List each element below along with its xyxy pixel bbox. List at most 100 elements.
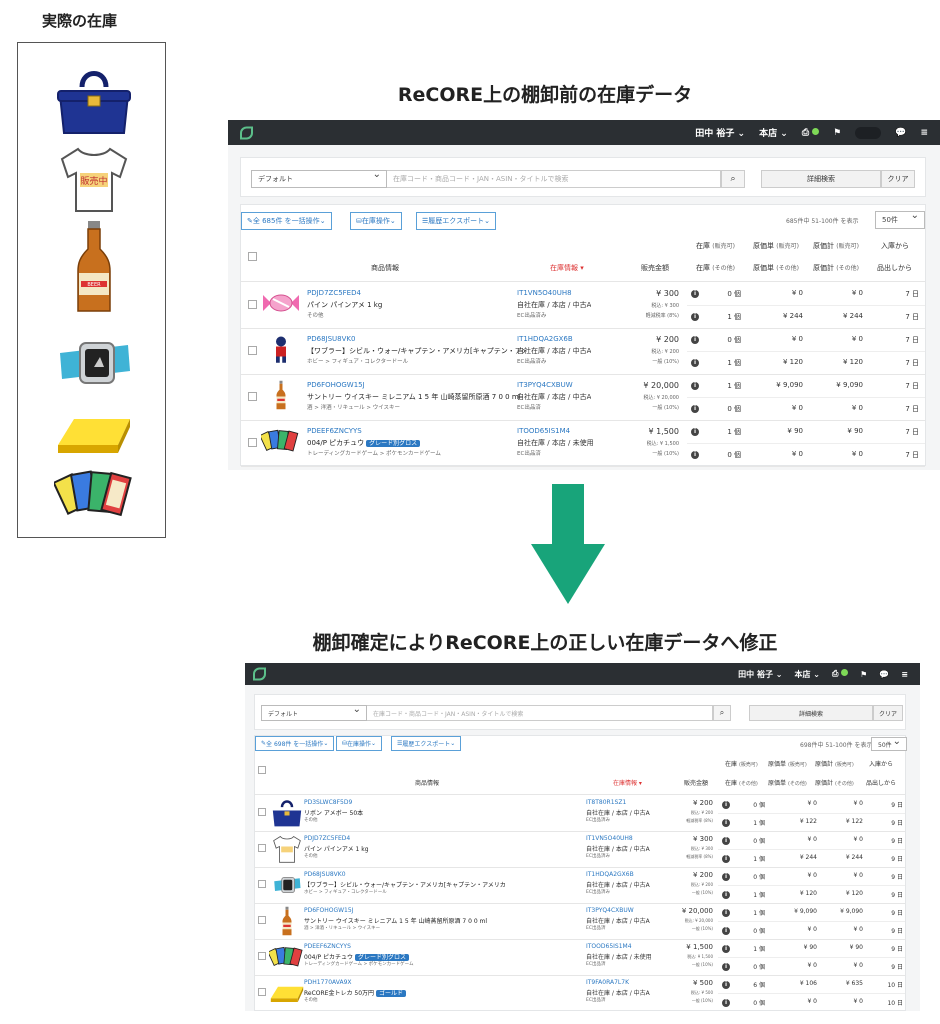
table-row[interactable]: PDJD7ZC5FED4 パイン パインアメ 1 kg その他 IT1VN5O4… [255, 831, 905, 867]
info-icon[interactable]: i [691, 428, 699, 436]
info-icon[interactable]: i [722, 873, 730, 881]
printer-icon[interactable]: ⎙ [802, 127, 820, 138]
bulk-action-button[interactable]: ✎ 全 698件 を一括操作 ⌄ [255, 736, 335, 751]
table-row[interactable]: PD68JSU8VK0 【ワブラー】シビル・ウォー/キャプテン・アメリカ[キャプ… [241, 328, 925, 374]
row-checkbox[interactable] [258, 952, 266, 960]
table-row[interactable]: PD6FOHOGW15J サントリー ウイスキー ミレニアム 1 5 年 山崎蒸… [255, 903, 905, 939]
row-checkbox[interactable] [258, 808, 266, 816]
clear-button[interactable]: クリア [881, 170, 915, 188]
info-icon[interactable]: i [722, 945, 730, 953]
per-page-select[interactable]: 50件 [875, 210, 925, 229]
stock-code-link[interactable]: ITOOD65IS1M4 [586, 943, 632, 950]
info-icon[interactable]: i [722, 927, 730, 935]
row-checkbox[interactable] [258, 880, 266, 888]
tax-rate: 一般 (10%) [691, 926, 713, 931]
product-code-link[interactable]: PD68JSU8VK0 [307, 335, 355, 343]
menu-icon[interactable]: ≡ [920, 128, 928, 138]
stock-code-link[interactable]: IT1HDQA2GX6B [517, 335, 573, 343]
per-page-select[interactable]: 50件 [871, 736, 907, 751]
table-row[interactable]: PD3SLWC8F5D9 リボン アメボー 50本 その他 IT8T80R1SZ… [255, 795, 905, 831]
table-row[interactable]: PDH1770AVA9X ReCORE金トレカ 50万円 ゴールド その他 IT9… [255, 975, 905, 1011]
table-row[interactable]: PD68JSU8VK0 【ワブラー】シビル・ウォー/キャプテン・アメリカ[キャプ… [255, 867, 905, 903]
actual-inventory-box: 販売中 BEER [17, 42, 166, 538]
stock-code-link[interactable]: IT8T80R1SZ1 [586, 799, 626, 806]
product-code-link[interactable]: PDH1770AVA9X [304, 979, 352, 986]
info-icon[interactable]: i [691, 382, 699, 390]
flag-icon[interactable]: ⚑ [833, 128, 841, 138]
stock-code-link[interactable]: IT1VN5O40UH8 [586, 835, 633, 842]
days-elapsed: 7 日 [905, 290, 919, 298]
table-row[interactable]: PD6FOHOGW15J サントリー ウイスキー ミレニアム 1 5 年 山崎蒸… [241, 374, 925, 420]
stock-code-link[interactable]: IT1HDQA2GX6B [586, 871, 634, 878]
search-preset-select[interactable]: デフォルト [261, 704, 367, 721]
detail-search-button[interactable]: 詳細検索 [761, 170, 881, 188]
total-cost: ¥ 90 [847, 427, 863, 435]
stock-code-link[interactable]: IT3PYQ4CXBUW [586, 907, 634, 914]
search-input[interactable]: 在庫コード・商品コード・JAN・ASIN・タイトルで検索 [367, 705, 713, 721]
info-icon[interactable]: i [722, 801, 730, 809]
history-export-button[interactable]: ☰ 履歴エクスポート ⌄ [391, 736, 462, 751]
info-icon[interactable]: i [691, 313, 699, 321]
info-icon[interactable]: i [722, 981, 730, 989]
clear-button[interactable]: クリア [873, 705, 903, 721]
product-code-link[interactable]: PDJD7ZC5FED4 [307, 289, 361, 297]
store-menu[interactable]: 本店 ⌄ [759, 126, 788, 139]
product-code-link[interactable]: PD68JSU8VK0 [304, 871, 346, 878]
info-icon[interactable]: i [691, 290, 699, 298]
table-row[interactable]: PDEEF6ZNCYYS 004/P ピカチュウ グレード別グロス トレーディング… [241, 420, 925, 466]
info-icon[interactable]: i [722, 855, 730, 863]
search-icon[interactable]: ⌕ [713, 705, 731, 721]
table-row[interactable]: PDJD7ZC5FED4 パイン パインアメ 1 kg その他 IT1VN5O4… [241, 282, 925, 328]
history-export-button[interactable]: ☰ 履歴エクスポート ⌄ [416, 212, 496, 230]
info-icon[interactable]: i [722, 819, 730, 827]
row-checkbox[interactable] [258, 844, 266, 852]
product-code-link[interactable]: PD6FOHOGW15J [307, 381, 365, 389]
row-checkbox[interactable] [258, 916, 266, 924]
col-stock-info[interactable]: 在庫情報 ▾ [613, 778, 642, 787]
product-code-link[interactable]: PDEEF6ZNCYYS [304, 943, 351, 950]
info-icon[interactable]: i [691, 336, 699, 344]
select-all-checkbox[interactable] [248, 252, 257, 261]
select-all-checkbox[interactable] [258, 766, 266, 774]
info-icon[interactable]: i [691, 405, 699, 413]
bulk-action-button[interactable]: ✎ 全 685件 を一括操作 ⌄ [241, 212, 332, 230]
search-preset-select[interactable]: デフォルト [251, 169, 387, 188]
store-menu[interactable]: 本店 ⌄ [794, 669, 820, 680]
stock-code-link[interactable]: IT1VN5O40UH8 [517, 289, 572, 297]
row-checkbox[interactable] [248, 300, 257, 309]
watch-thumbnail-icon [269, 870, 305, 900]
stock-code-link[interactable]: IT3PYQ4CXBUW [517, 381, 573, 389]
printer-icon[interactable]: ⎙ [832, 669, 849, 679]
product-code-link[interactable]: PDEEF6ZNCYYS [307, 427, 362, 435]
info-icon[interactable]: i [691, 359, 699, 367]
row-checkbox[interactable] [258, 988, 266, 996]
detail-search-button[interactable]: 詳細検索 [749, 705, 873, 721]
info-icon[interactable]: i [722, 837, 730, 845]
row-checkbox[interactable] [248, 438, 257, 447]
row-checkbox[interactable] [248, 392, 257, 401]
stock-code-link[interactable]: ITOOD65IS1M4 [517, 427, 570, 435]
stock-code-link[interactable]: IT9FA0RA7L7K [586, 979, 629, 986]
info-icon[interactable]: i [691, 451, 699, 459]
info-icon[interactable]: i [722, 909, 730, 917]
flag-icon[interactable]: ⚑ [860, 670, 867, 679]
stock-ops-button[interactable]: ⛁ 在庫操作 ⌄ [336, 736, 383, 751]
user-menu[interactable]: 田中 裕子 ⌄ [738, 669, 782, 680]
product-code-link[interactable]: PD3SLWC8F5D9 [304, 799, 352, 806]
chat-icon[interactable]: 💬 [879, 670, 889, 679]
row-checkbox[interactable] [248, 346, 257, 355]
product-code-link[interactable]: PD6FOHOGW15J [304, 907, 353, 914]
user-menu[interactable]: 田中 裕子 ⌄ [695, 126, 745, 139]
info-icon[interactable]: i [722, 891, 730, 899]
mode-toggle[interactable] [855, 126, 882, 139]
product-code-link[interactable]: PDJD7ZC5FED4 [304, 835, 350, 842]
info-icon[interactable]: i [722, 999, 730, 1007]
chat-icon[interactable]: 💬 [895, 128, 906, 138]
info-icon[interactable]: i [722, 963, 730, 971]
search-icon[interactable]: ⌕ [721, 170, 745, 188]
menu-icon[interactable]: ≡ [901, 670, 908, 679]
stock-ops-button[interactable]: ⛁ 在庫操作 ⌄ [350, 212, 402, 230]
table-row[interactable]: PDEEF6ZNCYYS 004/P ピカチュウ グレード別グロス トレーディング… [255, 939, 905, 975]
col-stock-info[interactable]: 在庫情報 ▾ [550, 263, 584, 273]
search-input[interactable]: 在庫コード・商品コード・JAN・ASIN・タイトルで検索 [387, 170, 721, 188]
